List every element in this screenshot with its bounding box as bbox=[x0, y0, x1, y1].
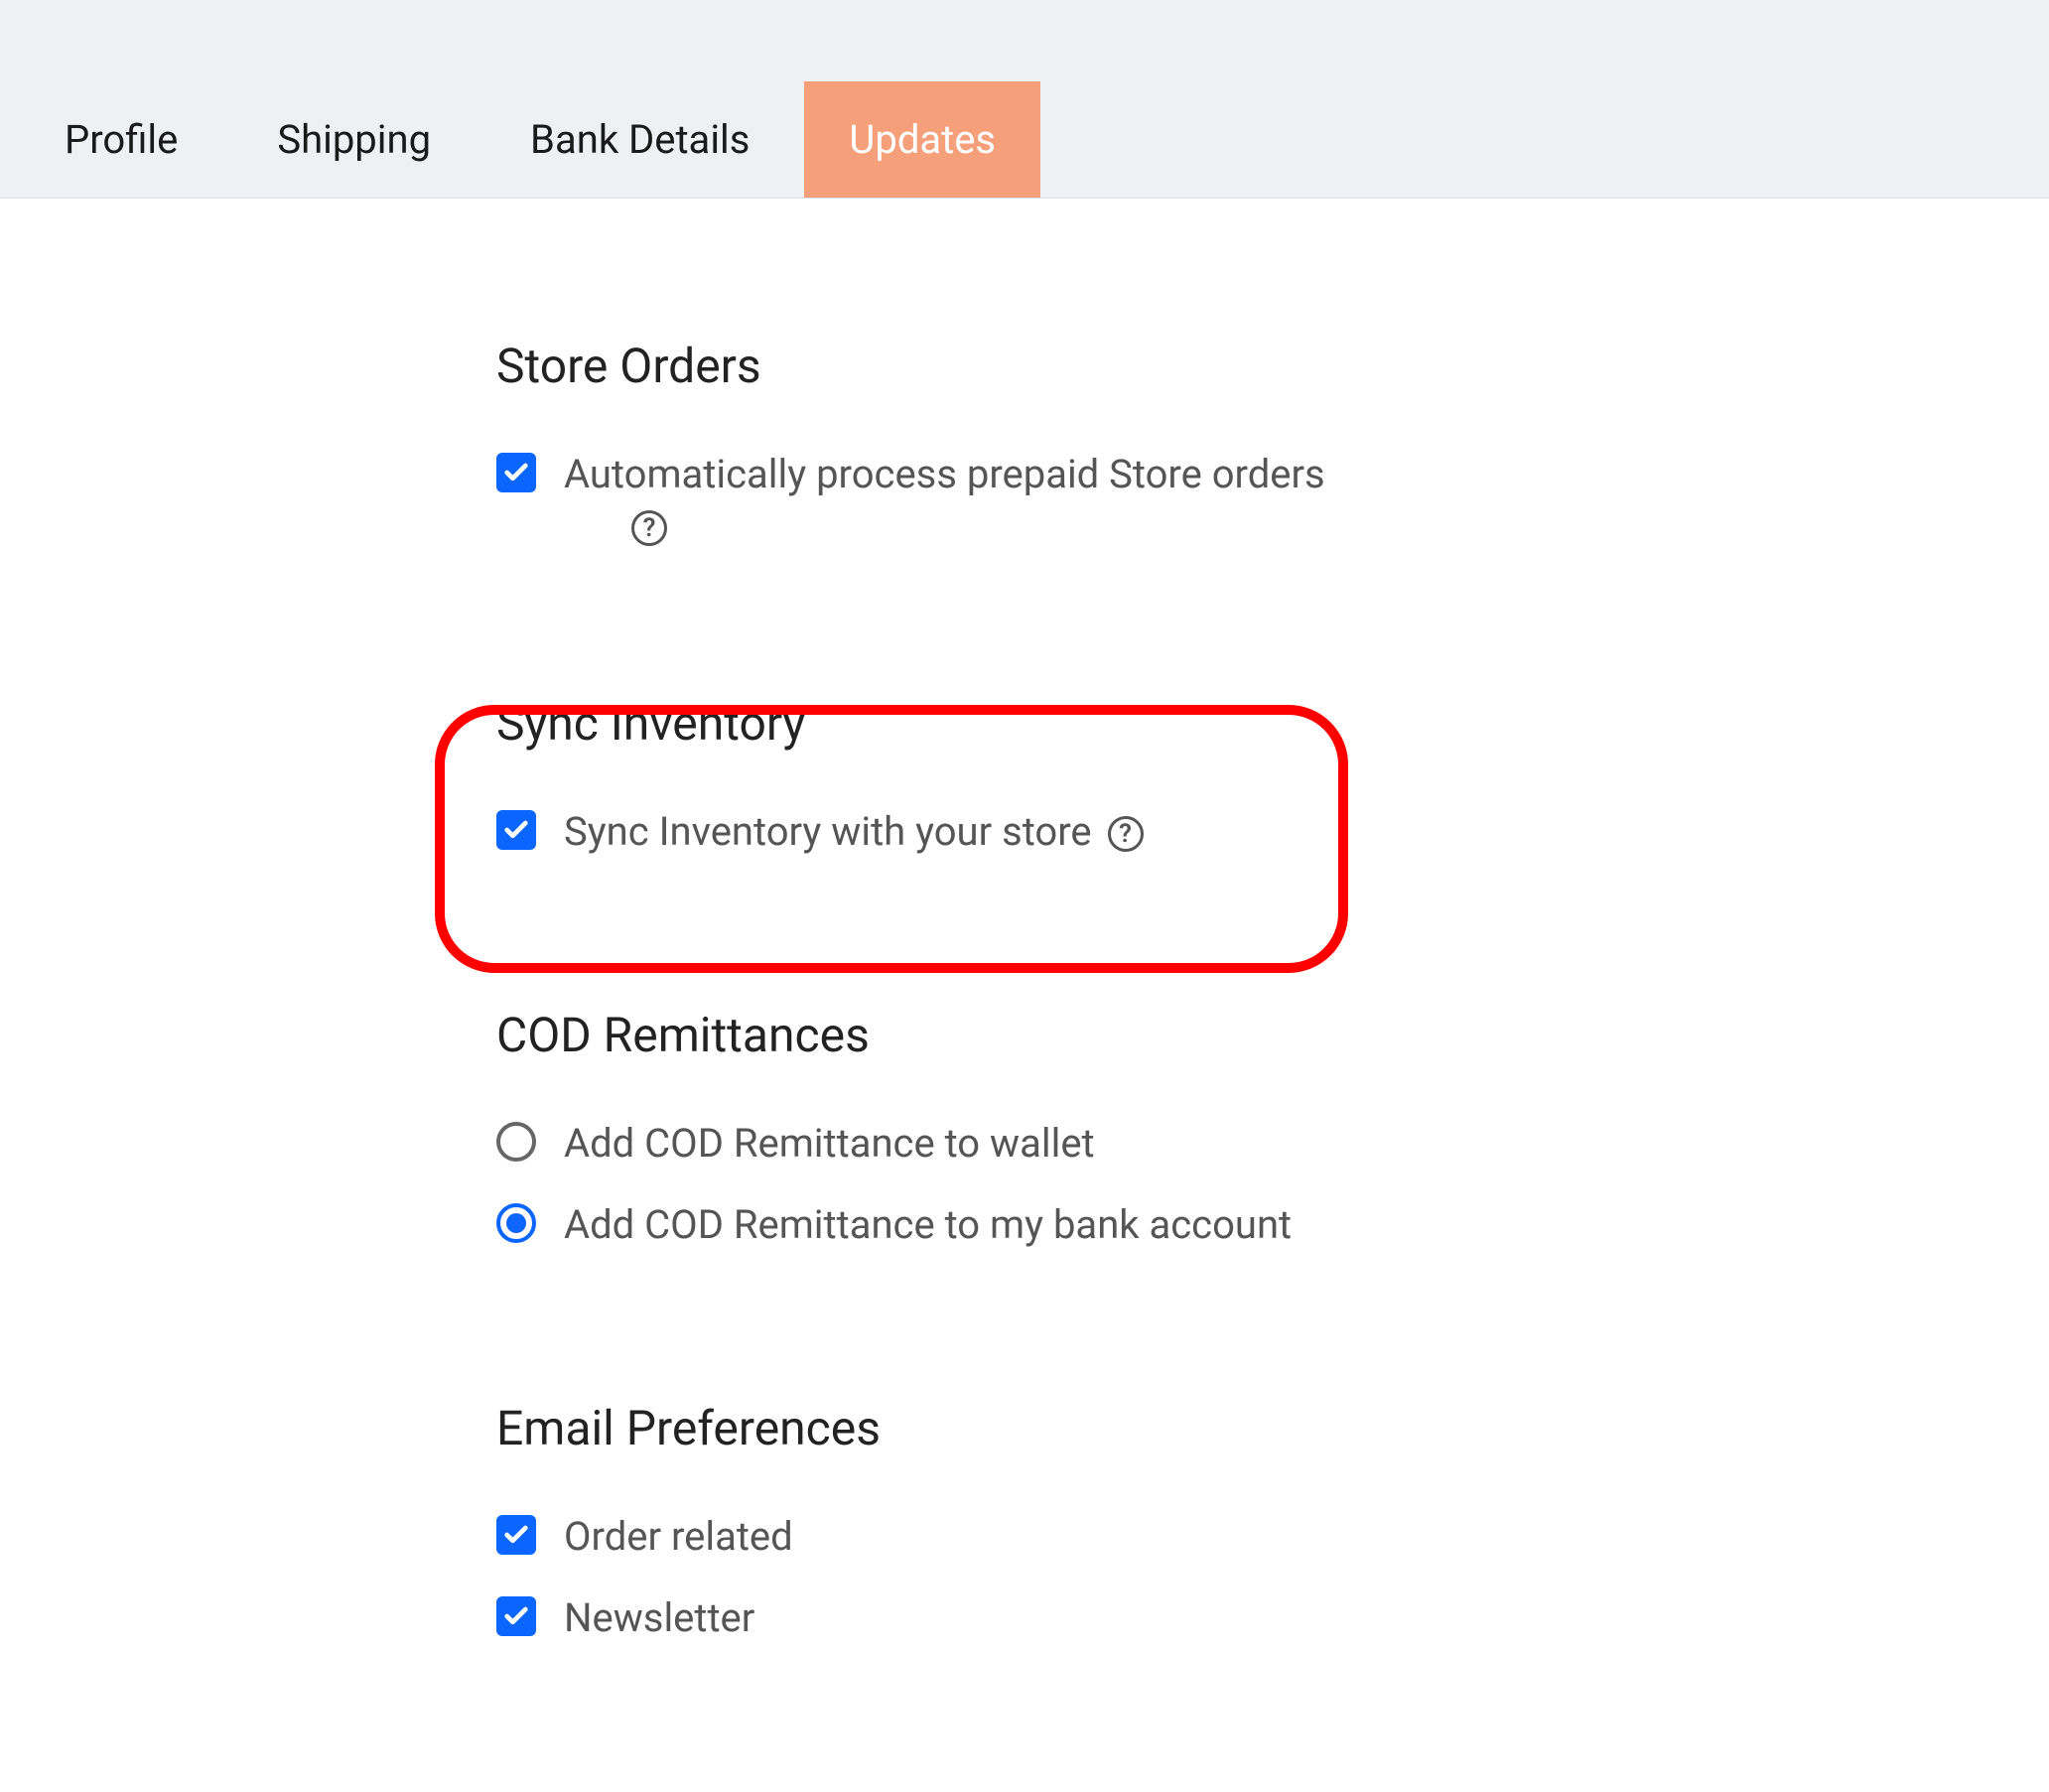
help-icon[interactable]: ? bbox=[631, 510, 667, 546]
section-email-preferences: Email Preferences Order related Newslett… bbox=[496, 1400, 2049, 1644]
tab-bank-details[interactable]: Bank Details bbox=[485, 81, 794, 198]
check-icon bbox=[502, 459, 530, 486]
radio-cod-wallet[interactable] bbox=[496, 1122, 536, 1162]
section-title-cod: COD Remittances bbox=[496, 1007, 2049, 1063]
section-store-orders: Store Orders Automatically process prepa… bbox=[496, 338, 2049, 546]
label-email-newsletter: Newsletter bbox=[564, 1592, 754, 1644]
settings-content: Store Orders Automatically process prepa… bbox=[0, 199, 2049, 1644]
label-email-order: Order related bbox=[564, 1511, 793, 1563]
section-title-sync-inventory: Sync Inventory bbox=[496, 695, 2049, 752]
row-auto-process: Automatically process prepaid Store orde… bbox=[496, 449, 2049, 546]
label-sync-inventory-text: Sync Inventory with your store bbox=[564, 808, 1092, 855]
checkbox-sync-inventory[interactable] bbox=[496, 810, 536, 850]
label-sync-inventory: Sync Inventory with your store ? bbox=[564, 806, 1144, 858]
row-cod-wallet: Add COD Remittance to wallet bbox=[496, 1118, 2049, 1170]
row-email-newsletter: Newsletter bbox=[496, 1592, 2049, 1644]
section-title-email: Email Preferences bbox=[496, 1400, 2049, 1456]
tab-profile[interactable]: Profile bbox=[20, 81, 222, 198]
label-cod-bank: Add COD Remittance to my bank account bbox=[564, 1199, 1292, 1251]
check-icon bbox=[502, 1521, 530, 1549]
section-cod-remittances: COD Remittances Add COD Remittance to wa… bbox=[496, 1007, 2049, 1251]
check-icon bbox=[502, 1602, 530, 1630]
row-sync-inventory: Sync Inventory with your store ? bbox=[496, 806, 2049, 858]
tab-shipping[interactable]: Shipping bbox=[232, 81, 476, 198]
checkbox-email-order[interactable] bbox=[496, 1515, 536, 1555]
checkbox-auto-process[interactable] bbox=[496, 453, 536, 492]
check-icon bbox=[502, 816, 530, 844]
section-title-store-orders: Store Orders bbox=[496, 338, 2049, 394]
tab-updates[interactable]: Updates bbox=[804, 81, 1040, 198]
checkbox-email-newsletter[interactable] bbox=[496, 1596, 536, 1636]
tab-bar: Profile Shipping Bank Details Updates bbox=[0, 0, 2049, 199]
label-cod-wallet: Add COD Remittance to wallet bbox=[564, 1118, 1095, 1170]
label-auto-process: Automatically process prepaid Store orde… bbox=[564, 451, 1325, 497]
row-cod-bank: Add COD Remittance to my bank account bbox=[496, 1199, 2049, 1251]
row-email-order: Order related bbox=[496, 1511, 2049, 1563]
help-icon[interactable]: ? bbox=[1108, 816, 1144, 852]
section-sync-inventory: Sync Inventory Sync Inventory with your … bbox=[496, 695, 2049, 858]
radio-dot bbox=[506, 1213, 526, 1233]
radio-cod-bank[interactable] bbox=[496, 1203, 536, 1243]
